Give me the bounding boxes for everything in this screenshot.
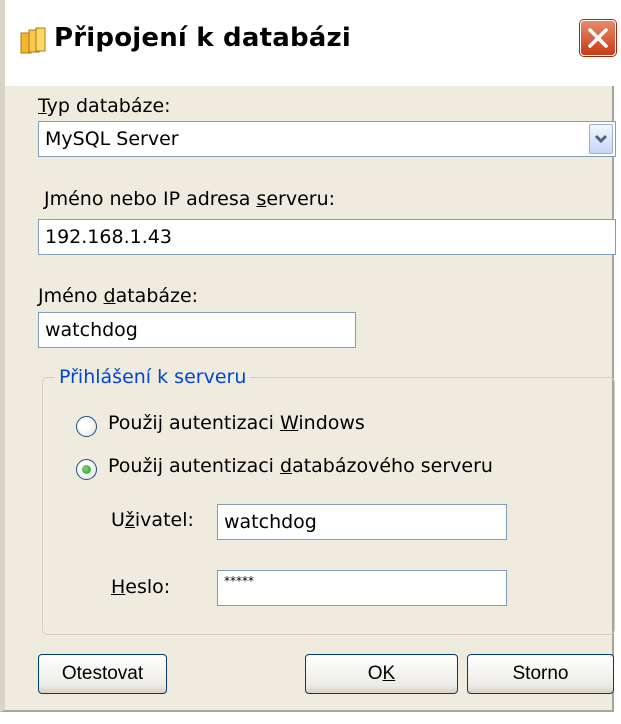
- user-input[interactable]: watchdog: [217, 504, 507, 540]
- title-bar: Připojení k databázi: [5, 0, 617, 86]
- db-type-label: Typ databáze:: [38, 95, 171, 117]
- radio-db-auth[interactable]: [76, 459, 97, 480]
- password-label: Heslo:: [111, 576, 171, 598]
- login-group-legend: Přihlášení k serveru: [55, 366, 251, 388]
- password-input[interactable]: *****: [217, 570, 507, 606]
- db-type-select[interactable]: MySQL Server: [38, 121, 616, 157]
- user-label: Uživatel:: [111, 509, 194, 531]
- radio-selected-dot: [82, 465, 91, 474]
- chevron-down-icon: [594, 134, 608, 144]
- server-input[interactable]: 192.168.1.43: [38, 219, 616, 255]
- window-title: Připojení k databázi: [54, 23, 351, 53]
- database-label: Jméno databáze:: [38, 285, 199, 307]
- radio-windows-auth[interactable]: [76, 416, 97, 437]
- server-label: Jméno nebo IP adresa serveru:: [44, 188, 336, 210]
- connection-dialog: Připojení k databázi Typ databáze: MySQL…: [0, 0, 617, 712]
- close-button[interactable]: [580, 20, 616, 56]
- close-icon: [588, 28, 608, 48]
- radio-windows-auth-label[interactable]: Použij autentizaci Windows: [108, 412, 365, 434]
- radio-db-auth-label[interactable]: Použij autentizaci databázového serveru: [108, 455, 493, 477]
- database-app-icon: [20, 27, 46, 55]
- dropdown-button[interactable]: [589, 124, 613, 154]
- database-input[interactable]: watchdog: [38, 312, 356, 348]
- ok-button[interactable]: OK: [305, 654, 458, 694]
- db-type-value: MySQL Server: [45, 128, 179, 150]
- test-button[interactable]: Otestovat: [38, 654, 167, 694]
- cancel-button[interactable]: Storno: [467, 654, 614, 694]
